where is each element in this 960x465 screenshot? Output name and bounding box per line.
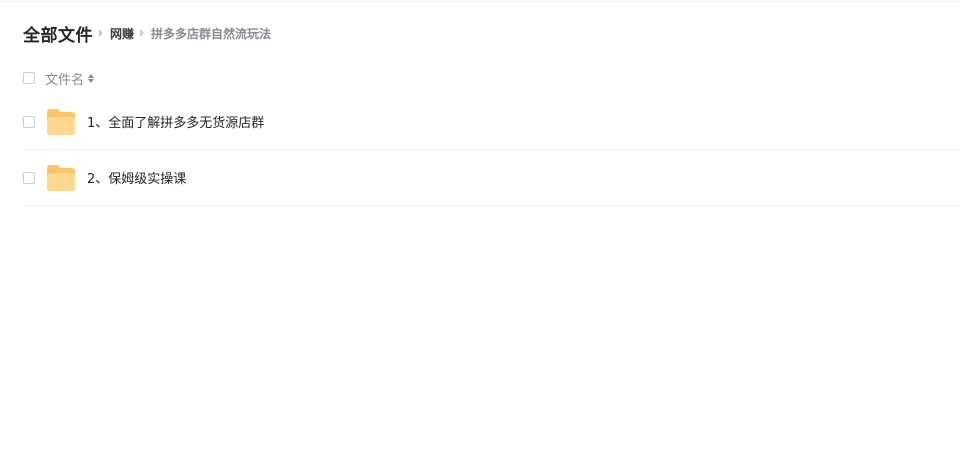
column-header-name[interactable]: 文件名 [45,69,84,88]
file-name[interactable]: 2、保姆级实操课 [87,168,186,187]
file-browser-page: 全部文件 网赚 拼多多店群自然流玩法 文件名 1、全面了解拼多多无货源店群 2、… [0,0,960,465]
row-checkbox[interactable] [23,115,35,128]
top-divider [0,1,960,2]
breadcrumb-root[interactable]: 全部文件 [23,21,93,46]
breadcrumb-item-current: 拼多多店群自然流玩法 [151,26,272,41]
breadcrumb: 全部文件 网赚 拼多多店群自然流玩法 [23,20,271,46]
breadcrumb-item-mid[interactable]: 网赚 [110,25,134,42]
folder-icon[interactable] [47,164,75,191]
list-item[interactable]: 1、全面了解拼多多无货源店群 [23,94,960,150]
sort-icon[interactable] [88,72,95,84]
select-all-checkbox[interactable] [23,72,35,84]
row-checkbox[interactable] [23,171,35,184]
file-list: 1、全面了解拼多多无货源店群 2、保姆级实操课 [23,94,960,206]
breadcrumb-separator-icon [140,29,145,37]
folder-icon[interactable] [47,108,75,135]
list-header: 文件名 [23,68,95,88]
breadcrumb-separator-icon [99,29,103,37]
file-name[interactable]: 1、全面了解拼多多无货源店群 [87,112,264,131]
list-item[interactable]: 2、保姆级实操课 [23,150,960,206]
